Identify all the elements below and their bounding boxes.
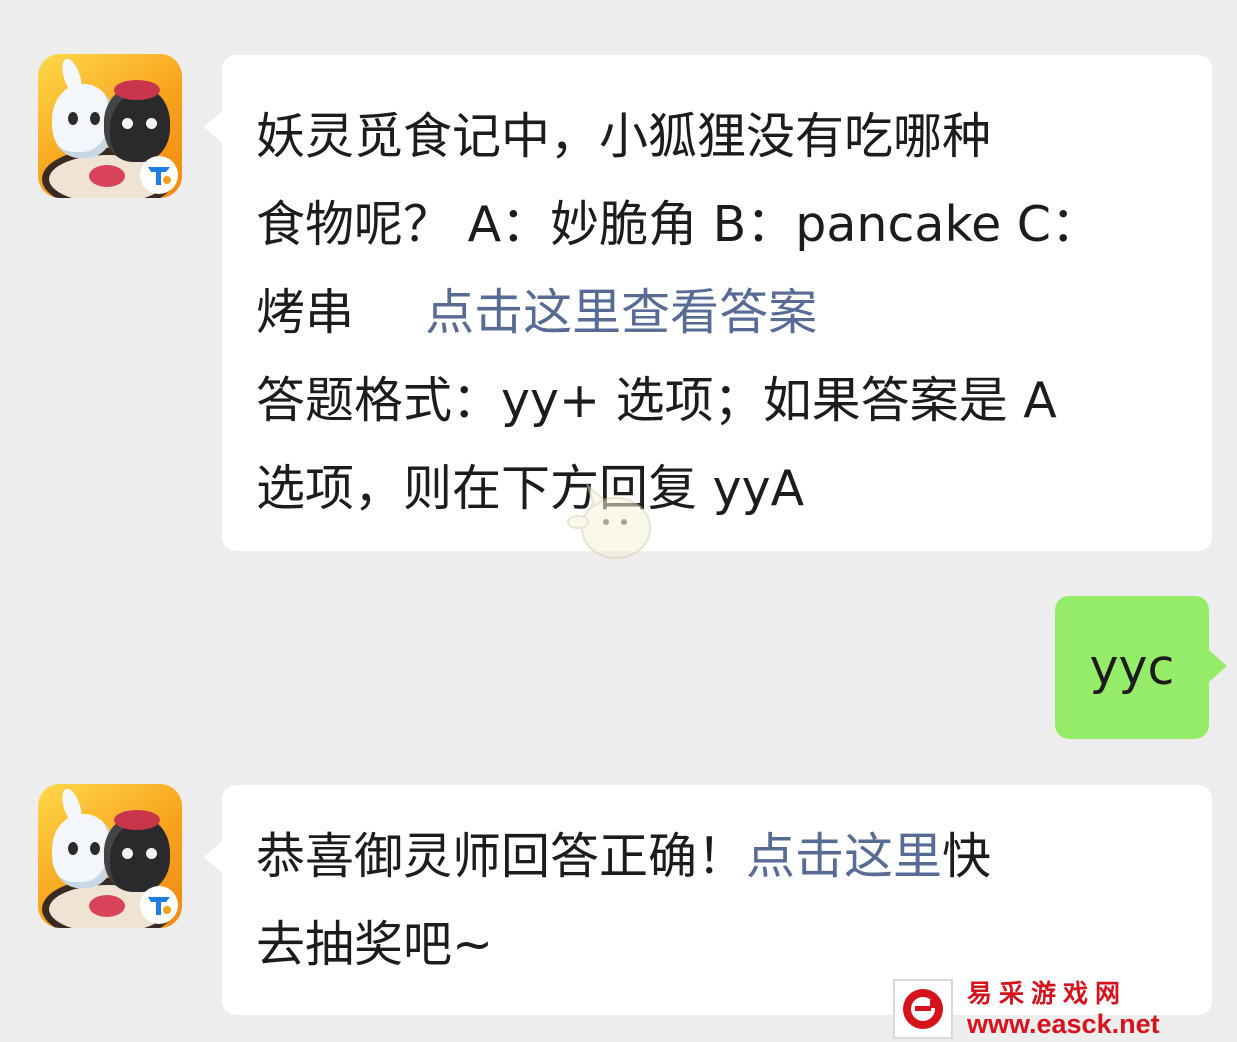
tencent-games-badge-icon	[140, 156, 178, 194]
site-watermark: 易采游戏网 www.easck.net	[893, 979, 1160, 1039]
message-line: 食物呢？ A：妙脆角 B：pancake C：	[256, 196, 1101, 253]
message-line: 去抽奖吧~	[256, 916, 494, 973]
message-text: 快	[942, 828, 992, 885]
game-avatar-icon[interactable]	[38, 784, 182, 928]
message-line: 答题格式：yy+ 选项；如果答案是 A	[256, 372, 1057, 429]
message-line: 恭喜御灵师回答正确！点击这里快	[256, 813, 1212, 901]
message-text: 恭喜御灵师回答正确！	[256, 828, 747, 885]
message-bubble-question[interactable]: 妖灵觅食记中，小狐狸没有吃哪种 食物呢？ A：妙脆角 B：pancake C： …	[204, 55, 1212, 551]
message-bubble-reply[interactable]: yyc	[1055, 596, 1227, 739]
watermark-name: 易采游戏网	[967, 980, 1128, 1008]
message-text: 烤串	[256, 284, 355, 341]
message-line: 选项，则在下方回复 yyA	[256, 460, 805, 517]
view-answer-link[interactable]: 点击这里查看答案	[425, 284, 817, 341]
mascot-watermark-icon	[566, 478, 666, 568]
message-line: 烤串 点击这里查看答案	[256, 269, 1212, 357]
message-line: 妖灵觅食记中，小狐狸没有吃哪种	[256, 108, 992, 165]
easck-logo-icon	[893, 979, 953, 1039]
tencent-games-badge-icon	[140, 886, 178, 924]
lottery-link[interactable]: 点击这里	[746, 828, 942, 885]
reply-text: yyc	[1089, 638, 1175, 696]
game-avatar-icon[interactable]	[38, 54, 182, 198]
watermark-url: www.easck.net	[967, 1009, 1160, 1039]
